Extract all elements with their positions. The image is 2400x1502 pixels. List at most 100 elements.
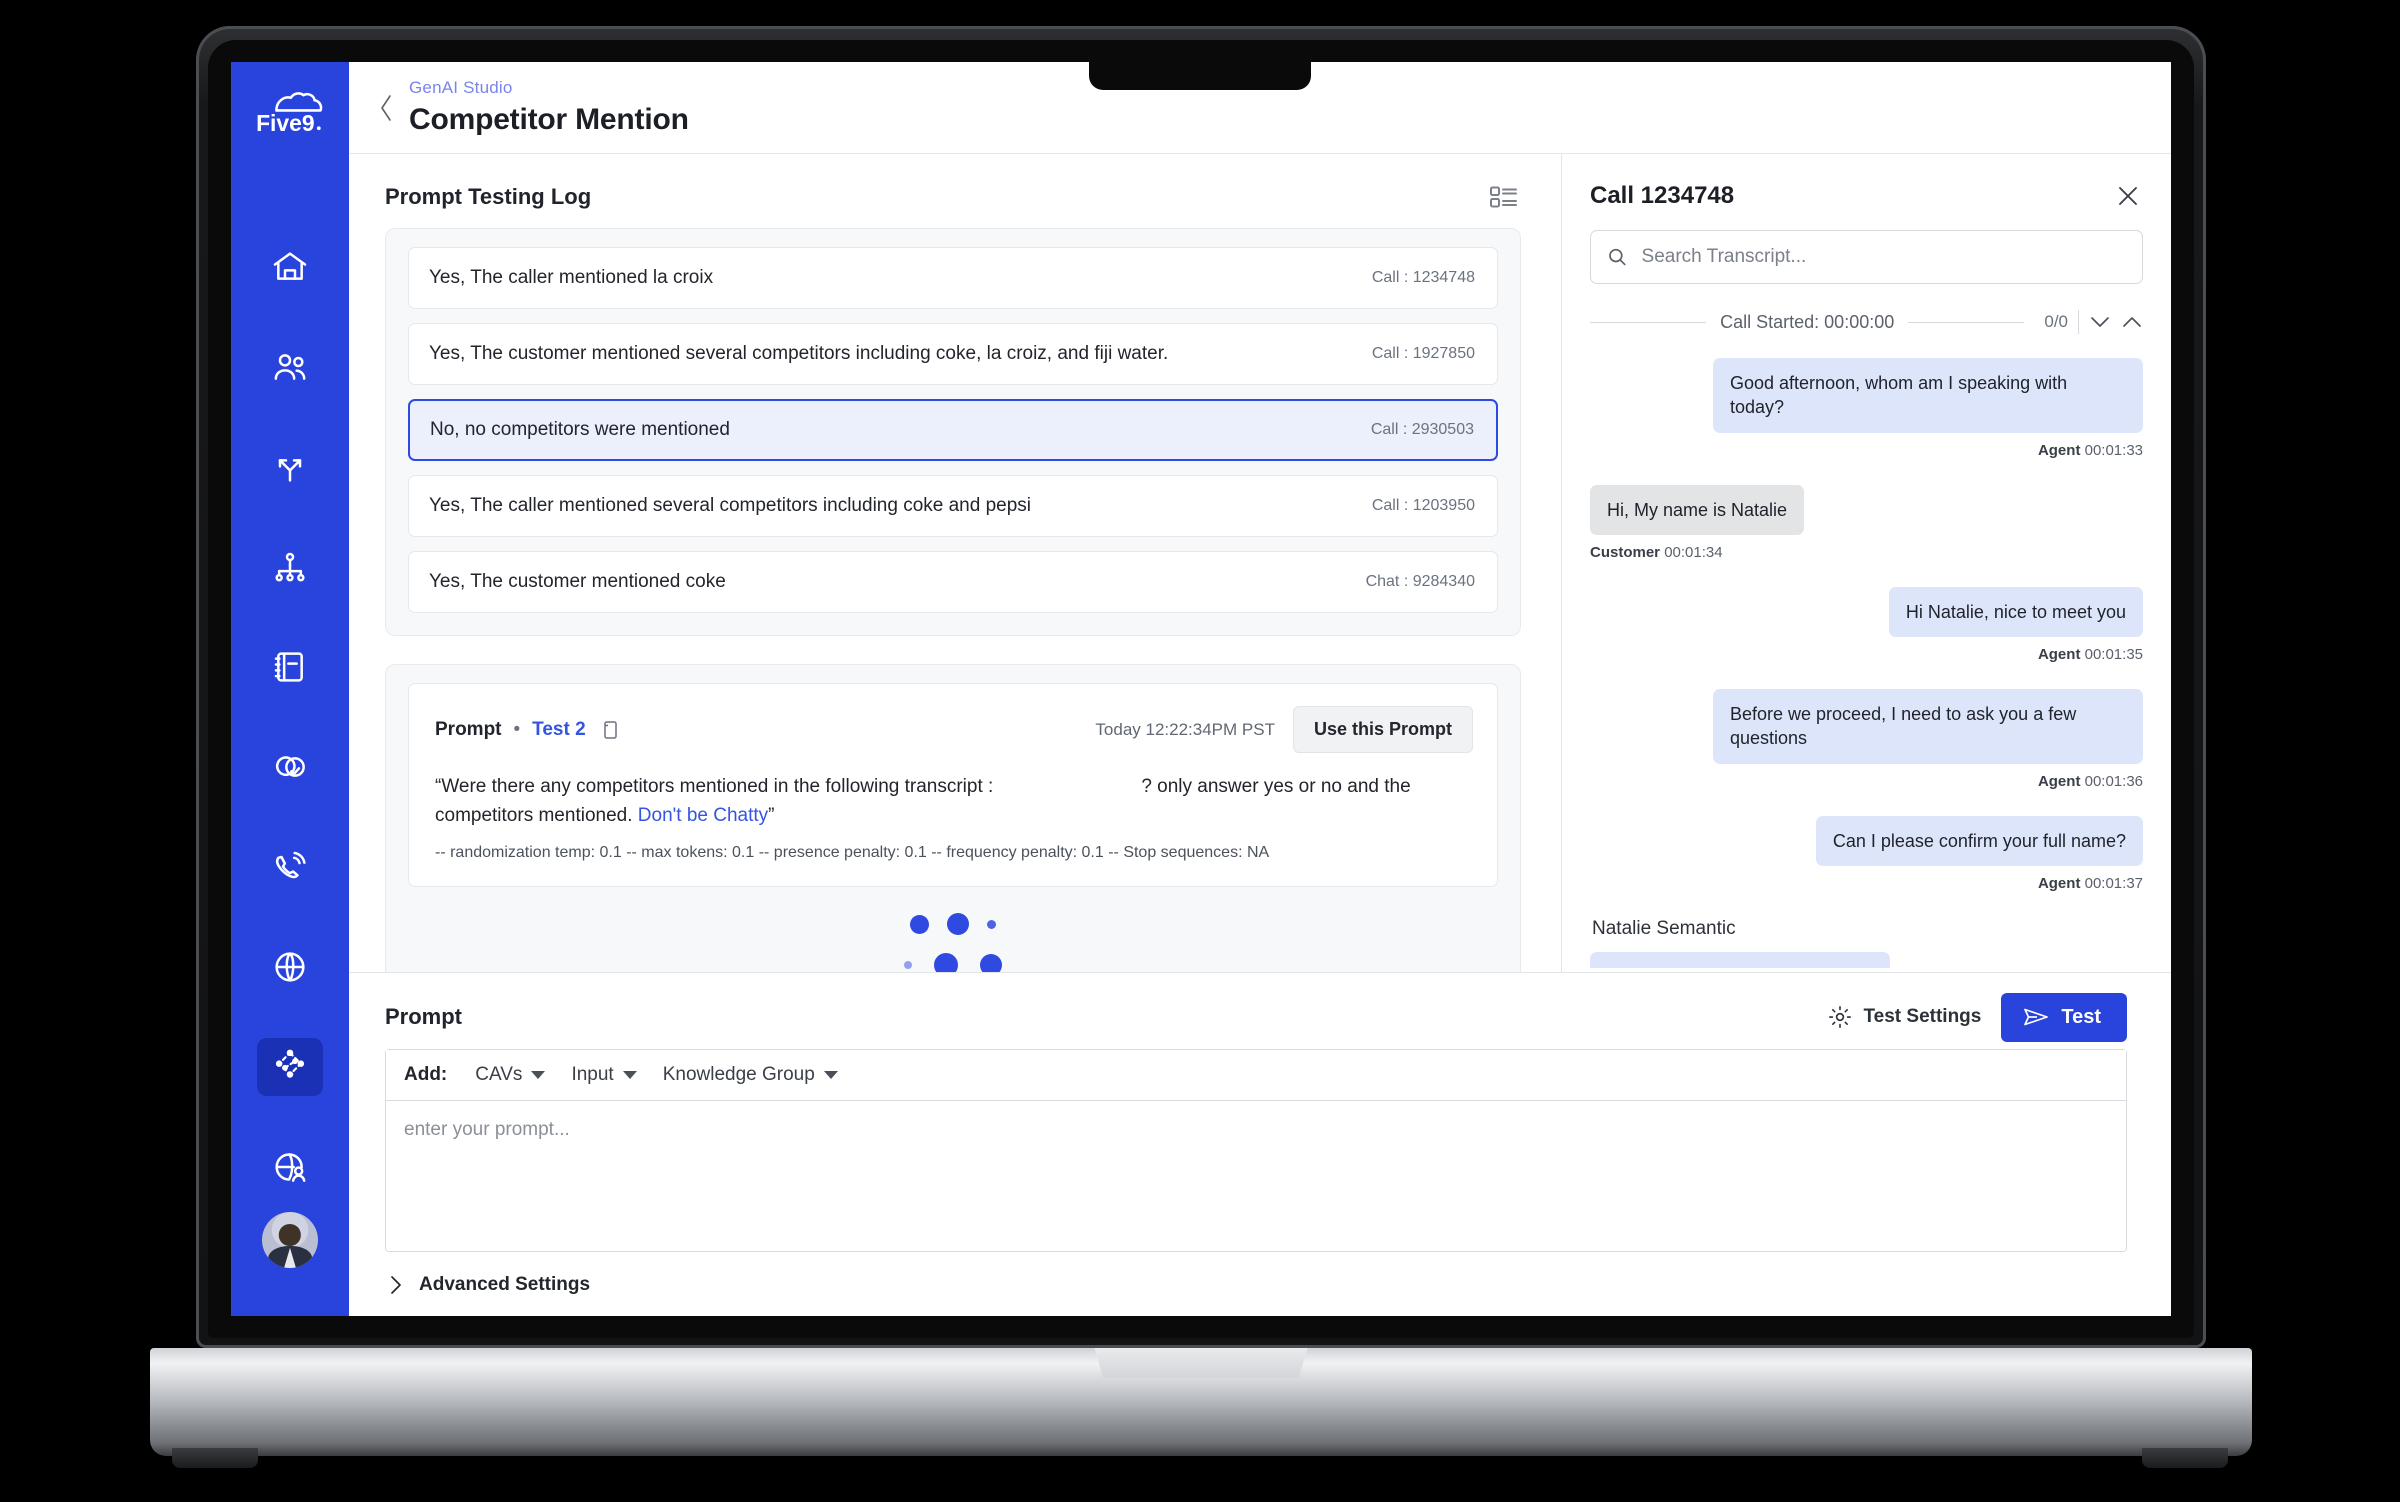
transcript-panel-header: Call 1234748 [1562, 154, 2171, 224]
message-time: 00:01:36 [2084, 772, 2143, 790]
testing-log-panel: Yes, The caller mentioned la croix Call … [385, 228, 1521, 636]
prompt-textarea[interactable]: enter your prompt... [386, 1101, 2126, 1251]
gear-icon [1829, 1006, 1852, 1028]
log-row-2[interactable]: No, no competitors were mentioned Call :… [408, 399, 1498, 461]
copy-icon [603, 720, 617, 739]
hierarchy-icon [275, 552, 305, 582]
transcript-messages[interactable]: Good afternoon, whom am I speaking with … [1562, 340, 2171, 972]
left-sidebar: Five9 [231, 62, 349, 1316]
loading-indicator [408, 887, 1498, 945]
user-avatar[interactable] [262, 1212, 318, 1268]
advanced-settings-toggle[interactable]: Advanced Settings [385, 1252, 2127, 1316]
log-row-3[interactable]: Yes, The caller mentioned several compet… [408, 475, 1498, 537]
sidebar-item-home[interactable] [257, 238, 323, 296]
svg-text:Five9: Five9 [256, 110, 315, 136]
prompt-text-part3: ” [768, 804, 775, 826]
laptop-base-notch [1094, 1348, 1308, 1378]
body-area: Prompt Testing Log Yes, The caller menti… [349, 154, 2171, 972]
sidebar-item-users[interactable] [257, 338, 323, 396]
sidebar-item-domains[interactable] [257, 938, 323, 996]
prompt-editor: Add: CAVs Input Knowledge Group enter yo… [385, 1049, 2127, 1252]
test-button[interactable]: Test [2001, 992, 2127, 1042]
test-settings-label: Test Settings [1863, 1006, 1982, 1027]
phone-ring-icon [275, 851, 306, 879]
loading-dot [947, 913, 969, 935]
input-dropdown[interactable]: Input [571, 1064, 637, 1086]
message-speaker: Agent [2037, 646, 2081, 664]
loading-indicator-row2 [408, 953, 1498, 972]
log-row-meta: Call : 2930503 [1370, 421, 1474, 438]
search-transcript-input[interactable] [1641, 246, 2126, 268]
sidebar-item-routing[interactable] [257, 438, 323, 496]
left-scroll-region[interactable]: Prompt Testing Log Yes, The caller menti… [349, 154, 1561, 972]
message-meta: Customer 00:01:34 [1590, 544, 1723, 561]
prompt-card-test-name[interactable]: Test 2 [532, 719, 586, 741]
list-view-button[interactable] [1489, 184, 1519, 210]
call-started-row: Call Started: 00:00:00 0/0 [1562, 284, 2171, 340]
transcript-search-box[interactable] [1590, 230, 2143, 284]
chevron-down-icon [622, 1071, 637, 1079]
loading-dot [987, 919, 996, 929]
globe-icon [275, 952, 305, 982]
prompt-editor-toolbar: Add: CAVs Input Knowledge Group [386, 1050, 2126, 1101]
search-match-nav: 0/0 [2038, 310, 2143, 334]
close-icon [2119, 187, 2137, 205]
transcript-search-wrap [1562, 224, 2171, 284]
app-window: Five9 GenAI Studio Competitor Mention Pr… [231, 62, 2171, 1316]
send-icon [2024, 1008, 2049, 1026]
prompt-card-params: -- randomization temp: 0.1 -- max tokens… [435, 844, 1270, 861]
sidebar-item-hierarchy[interactable] [257, 538, 323, 596]
laptop-screen: Five9 GenAI Studio Competitor Mention Pr… [231, 62, 2171, 1316]
prompt-history-panel: Prompt • Test 2 Today 12:22:34PM PST Use… [385, 664, 1521, 972]
sidebar-item-genai-studio[interactable] [257, 1038, 323, 1096]
transcript-message: Good afternoon, whom am I speaking with … [1590, 358, 2143, 459]
message-bubble: Can I please confirm your full name? [1815, 815, 2143, 867]
sidebar-item-scripts[interactable] [257, 638, 323, 696]
title-block: GenAI Studio Competitor Mention [409, 78, 689, 136]
call-started-label: Call Started: 00:00:00 [1720, 311, 1895, 332]
copy-button[interactable] [600, 719, 620, 741]
testing-log-header: Prompt Testing Log [349, 154, 1561, 228]
partial-message-bubble [1590, 952, 1890, 969]
message-speaker: Agent [2037, 441, 2081, 459]
log-row-1[interactable]: Yes, The customer mentioned several comp… [408, 323, 1498, 385]
chevron-up-icon [2123, 317, 2141, 327]
composer-header: Prompt Test Settings Test [385, 989, 2127, 1045]
previous-match-button[interactable] [2121, 315, 2143, 329]
use-this-prompt-button[interactable]: Use this Prompt [1292, 706, 1473, 753]
sidebar-item-ai-insights[interactable] [257, 738, 323, 796]
laptop-foot-right [2142, 1448, 2228, 1468]
log-row-meta: Call : 1927850 [1371, 345, 1475, 362]
back-button[interactable] [371, 85, 401, 131]
message-time: 00:01:35 [2084, 646, 2143, 664]
message-time: 00:01:34 [1664, 543, 1723, 561]
genai-nodes-icon [275, 1049, 305, 1078]
log-row-meta: Chat : 9284340 [1365, 573, 1475, 590]
message-meta: Agent 00:01:35 [2038, 646, 2143, 663]
log-row-text: Yes, The caller mentioned several compet… [429, 495, 1032, 516]
transcript-panel: Call 1234748 Search Transcript... Call S… [1561, 154, 2171, 972]
message-time: 00:01:33 [2084, 441, 2143, 459]
close-panel-button[interactable] [2115, 183, 2141, 209]
sidebar-item-voice[interactable] [257, 838, 323, 896]
prompt-link-dont-be-chatty[interactable]: Don't be Chatty [638, 805, 768, 826]
divider-line [1908, 321, 2025, 323]
sidebar-item-workforce[interactable] [257, 1138, 323, 1196]
chevron-down-icon [2091, 317, 2109, 327]
log-row-0[interactable]: Yes, The caller mentioned la croix Call … [408, 247, 1498, 309]
search-icon [1609, 248, 1626, 266]
test-settings-button[interactable]: Test Settings [1827, 1004, 1981, 1030]
knowledge-group-dropdown[interactable]: Knowledge Group [663, 1064, 838, 1086]
prompt-card-header: Prompt • Test 2 Today 12:22:34PM PST Use… [435, 706, 1473, 753]
left-column: Prompt Testing Log Yes, The caller menti… [349, 154, 1561, 972]
message-meta: Agent 00:01:33 [2038, 442, 2143, 459]
message-time: 00:01:37 [2084, 875, 2143, 893]
next-match-button[interactable] [2089, 315, 2111, 329]
log-row-4[interactable]: Yes, The customer mentioned coke Chat : … [408, 551, 1498, 613]
breadcrumb[interactable]: GenAI Studio [409, 78, 689, 98]
page-title: Competitor Mention [409, 102, 689, 136]
chevron-right-icon [391, 1276, 401, 1294]
log-row-text: Yes, The customer mentioned several comp… [429, 343, 1169, 364]
cavs-dropdown[interactable]: CAVs [475, 1064, 546, 1086]
vertical-divider [2078, 310, 2080, 334]
